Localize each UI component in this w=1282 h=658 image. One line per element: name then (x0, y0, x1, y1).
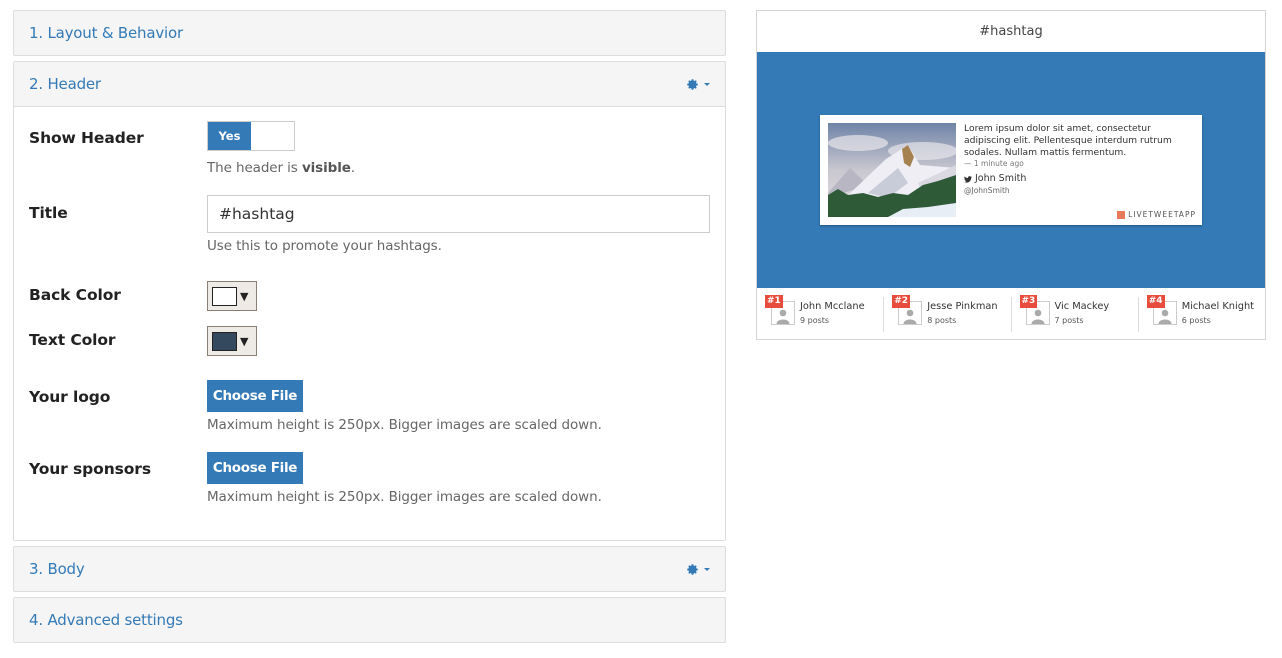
show-header-label: Show Header (29, 129, 144, 147)
tweet-time: — 1 minute ago (964, 159, 1024, 168)
choose-sponsors-button[interactable]: Choose File (207, 452, 303, 484)
settings-accordion: 1. Layout & Behavior 2. Header Show Head… (13, 10, 726, 648)
leader-posts: 8 posts (927, 316, 957, 325)
rank-badge: #4 (1146, 295, 1165, 308)
panel-header: 2. Header Show Header Yes The header is … (13, 61, 726, 541)
leader-item: #4 Michael Knight 6 posts (1139, 295, 1265, 332)
tweet-author: John Smith (964, 173, 1194, 185)
logo-label: Your logo (29, 388, 111, 406)
user-icon (1031, 309, 1044, 324)
tweet-body: Lorem ipsum dolor sit amet, consectetur … (964, 123, 1172, 158)
panel-title[interactable]: 4. Advanced settings (29, 611, 183, 629)
leader-name: Jesse Pinkman (927, 301, 998, 312)
leader-item: #1 John Mcclane 9 posts (757, 295, 885, 332)
preview-body: Lorem ipsum dolor sit amet, consectetur … (757, 52, 1265, 288)
show-header-help: The header is visible. (207, 160, 355, 176)
tweet-card: Lorem ipsum dolor sit amet, consectetur … (820, 115, 1202, 225)
show-header-toggle[interactable]: Yes (207, 121, 295, 151)
brand-name: LIVETWEETAPP (1128, 210, 1196, 219)
back-color-label: Back Color (29, 286, 121, 304)
dropdown-arrow-icon: ▼ (240, 334, 249, 348)
tweet-content: Lorem ipsum dolor sit amet, consectetur … (964, 123, 1194, 197)
mountain-image (828, 123, 956, 217)
live-preview: #hashtag Lorem ipsum dolor sit amet, con… (756, 10, 1266, 340)
user-icon (903, 309, 917, 324)
back-color-picker[interactable]: ▼ (207, 281, 257, 311)
title-input[interactable] (207, 195, 710, 233)
help-suffix: . (350, 160, 355, 176)
help-text: The header is (207, 160, 302, 176)
tweet-image (828, 123, 956, 217)
caret-down-icon (704, 568, 710, 571)
toggle-yes-label: Yes (208, 122, 251, 150)
panel-heading-header[interactable]: 2. Header (14, 62, 725, 106)
leader-name: John Mcclane (800, 301, 865, 312)
sponsors-label: Your sponsors (29, 460, 151, 478)
choose-logo-button[interactable]: Choose File (207, 380, 303, 412)
help-state: visible (301, 160, 351, 176)
text-color-picker[interactable]: ▼ (207, 326, 257, 356)
gear-icon (687, 563, 698, 575)
rank-badge: #2 (892, 295, 911, 308)
header-panel-body: Show Header Yes The header is visible. T… (14, 106, 725, 540)
header-settings-dropdown[interactable] (686, 78, 710, 91)
back-color-swatch (212, 286, 237, 306)
leader-name: Vic Mackey (1054, 301, 1110, 312)
text-color-label: Text Color (29, 331, 116, 349)
rank-badge: #3 (1019, 295, 1038, 308)
user-icon (776, 309, 790, 324)
sponsors-help: Maximum height is 250px. Bigger images a… (207, 489, 602, 505)
leader-item: #2 Jesse Pinkman 8 posts (884, 295, 1012, 332)
panel-layout-behavior: 1. Layout & Behavior (13, 10, 726, 56)
leader-posts: 7 posts (1054, 316, 1084, 325)
text-color-swatch (212, 331, 237, 351)
leader-item: #3 Vic Mackey 7 posts (1012, 295, 1139, 332)
panel-title[interactable]: 2. Header (29, 75, 101, 93)
leaderboard: #1 John Mcclane 9 posts #2 Jesse Pinkman… (757, 288, 1265, 340)
tweet-author-name: John Smith (975, 173, 1027, 184)
logo-help: Maximum height is 250px. Bigger images a… (207, 417, 602, 433)
gear-icon (687, 78, 698, 90)
title-label: Title (29, 204, 68, 222)
panel-heading-layout-behavior[interactable]: 1. Layout & Behavior (14, 11, 725, 55)
rank-badge: #1 (765, 295, 783, 308)
tweet-handle: @JohnSmith (964, 186, 1010, 195)
title-help: Use this to promote your hashtags. (207, 238, 442, 254)
livetweetapp-icon (1117, 210, 1126, 219)
preview-header: #hashtag (979, 24, 1043, 39)
panel-heading-advanced[interactable]: 4. Advanced settings (14, 598, 725, 642)
caret-down-icon (704, 83, 710, 86)
body-settings-dropdown[interactable] (686, 563, 710, 576)
panel-body-section: 3. Body (13, 546, 726, 592)
panel-title[interactable]: 3. Body (29, 560, 85, 578)
leader-posts: 6 posts (1181, 316, 1211, 325)
twitter-bird-icon (964, 175, 972, 183)
dropdown-arrow-icon: ▼ (240, 289, 249, 303)
user-icon (1158, 309, 1172, 324)
leader-name: Michael Knight (1181, 301, 1255, 312)
brand-logo: LIVETWEETAPP (1117, 210, 1196, 219)
panel-advanced-settings: 4. Advanced settings (13, 597, 726, 643)
panel-title[interactable]: 1. Layout & Behavior (29, 24, 183, 42)
panel-heading-body[interactable]: 3. Body (14, 547, 725, 591)
leader-posts: 9 posts (800, 316, 830, 325)
